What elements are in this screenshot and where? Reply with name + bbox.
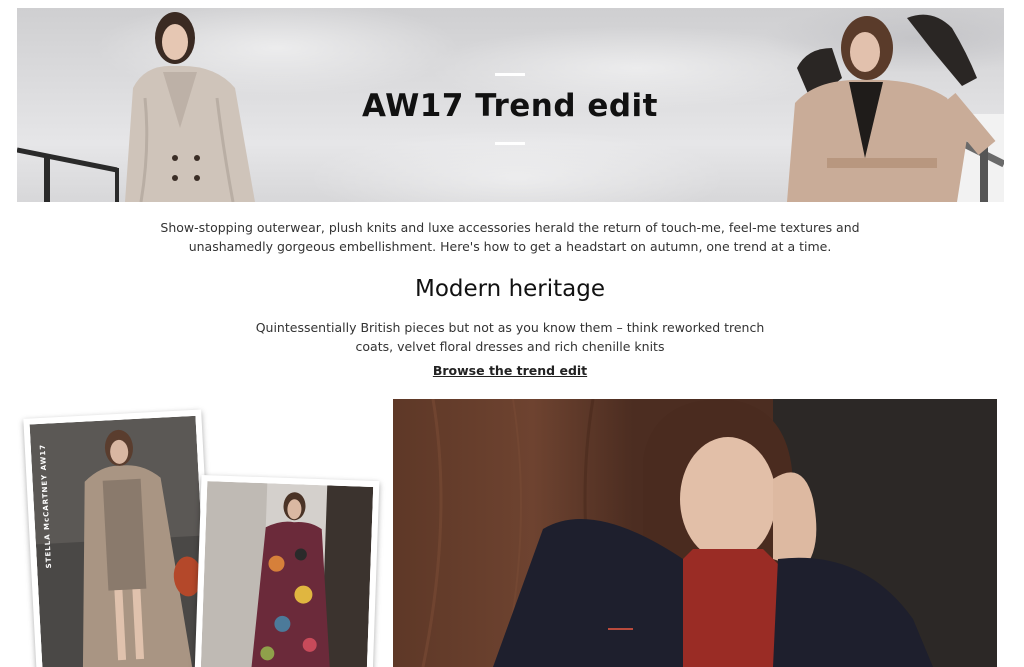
feature-image[interactable]: [393, 399, 997, 667]
hero-rule-bottom: [495, 142, 525, 145]
runway-model-floral-dress-image: [200, 481, 374, 667]
hero-title-block: AW17 Trend edit: [317, 73, 703, 159]
runway-photo-2[interactable]: [194, 474, 380, 667]
section-title: Modern heritage: [414, 276, 606, 302]
hero-title: AW17 Trend edit: [362, 88, 658, 124]
runway-photo-1-image: STELLA McCARTNEY AW17: [29, 415, 209, 667]
runway-photo-1[interactable]: STELLA McCARTNEY AW17: [23, 409, 215, 667]
browse-trend-link[interactable]: Browse the trend edit: [410, 363, 610, 378]
model-right-image: [787, 14, 996, 202]
section-description: Quintessentially British pieces but not …: [255, 320, 765, 354]
model-navy-coat-image: [393, 399, 997, 667]
intro-text: Show-stopping outerwear, plush knits and…: [160, 220, 860, 254]
model-left-image: [125, 12, 255, 202]
runway-model-coat-image: [29, 415, 209, 667]
runway-photo-2-image: [200, 481, 374, 667]
hero-rule-top: [495, 73, 525, 76]
hero-banner: AW17 Trend edit: [17, 8, 1004, 202]
